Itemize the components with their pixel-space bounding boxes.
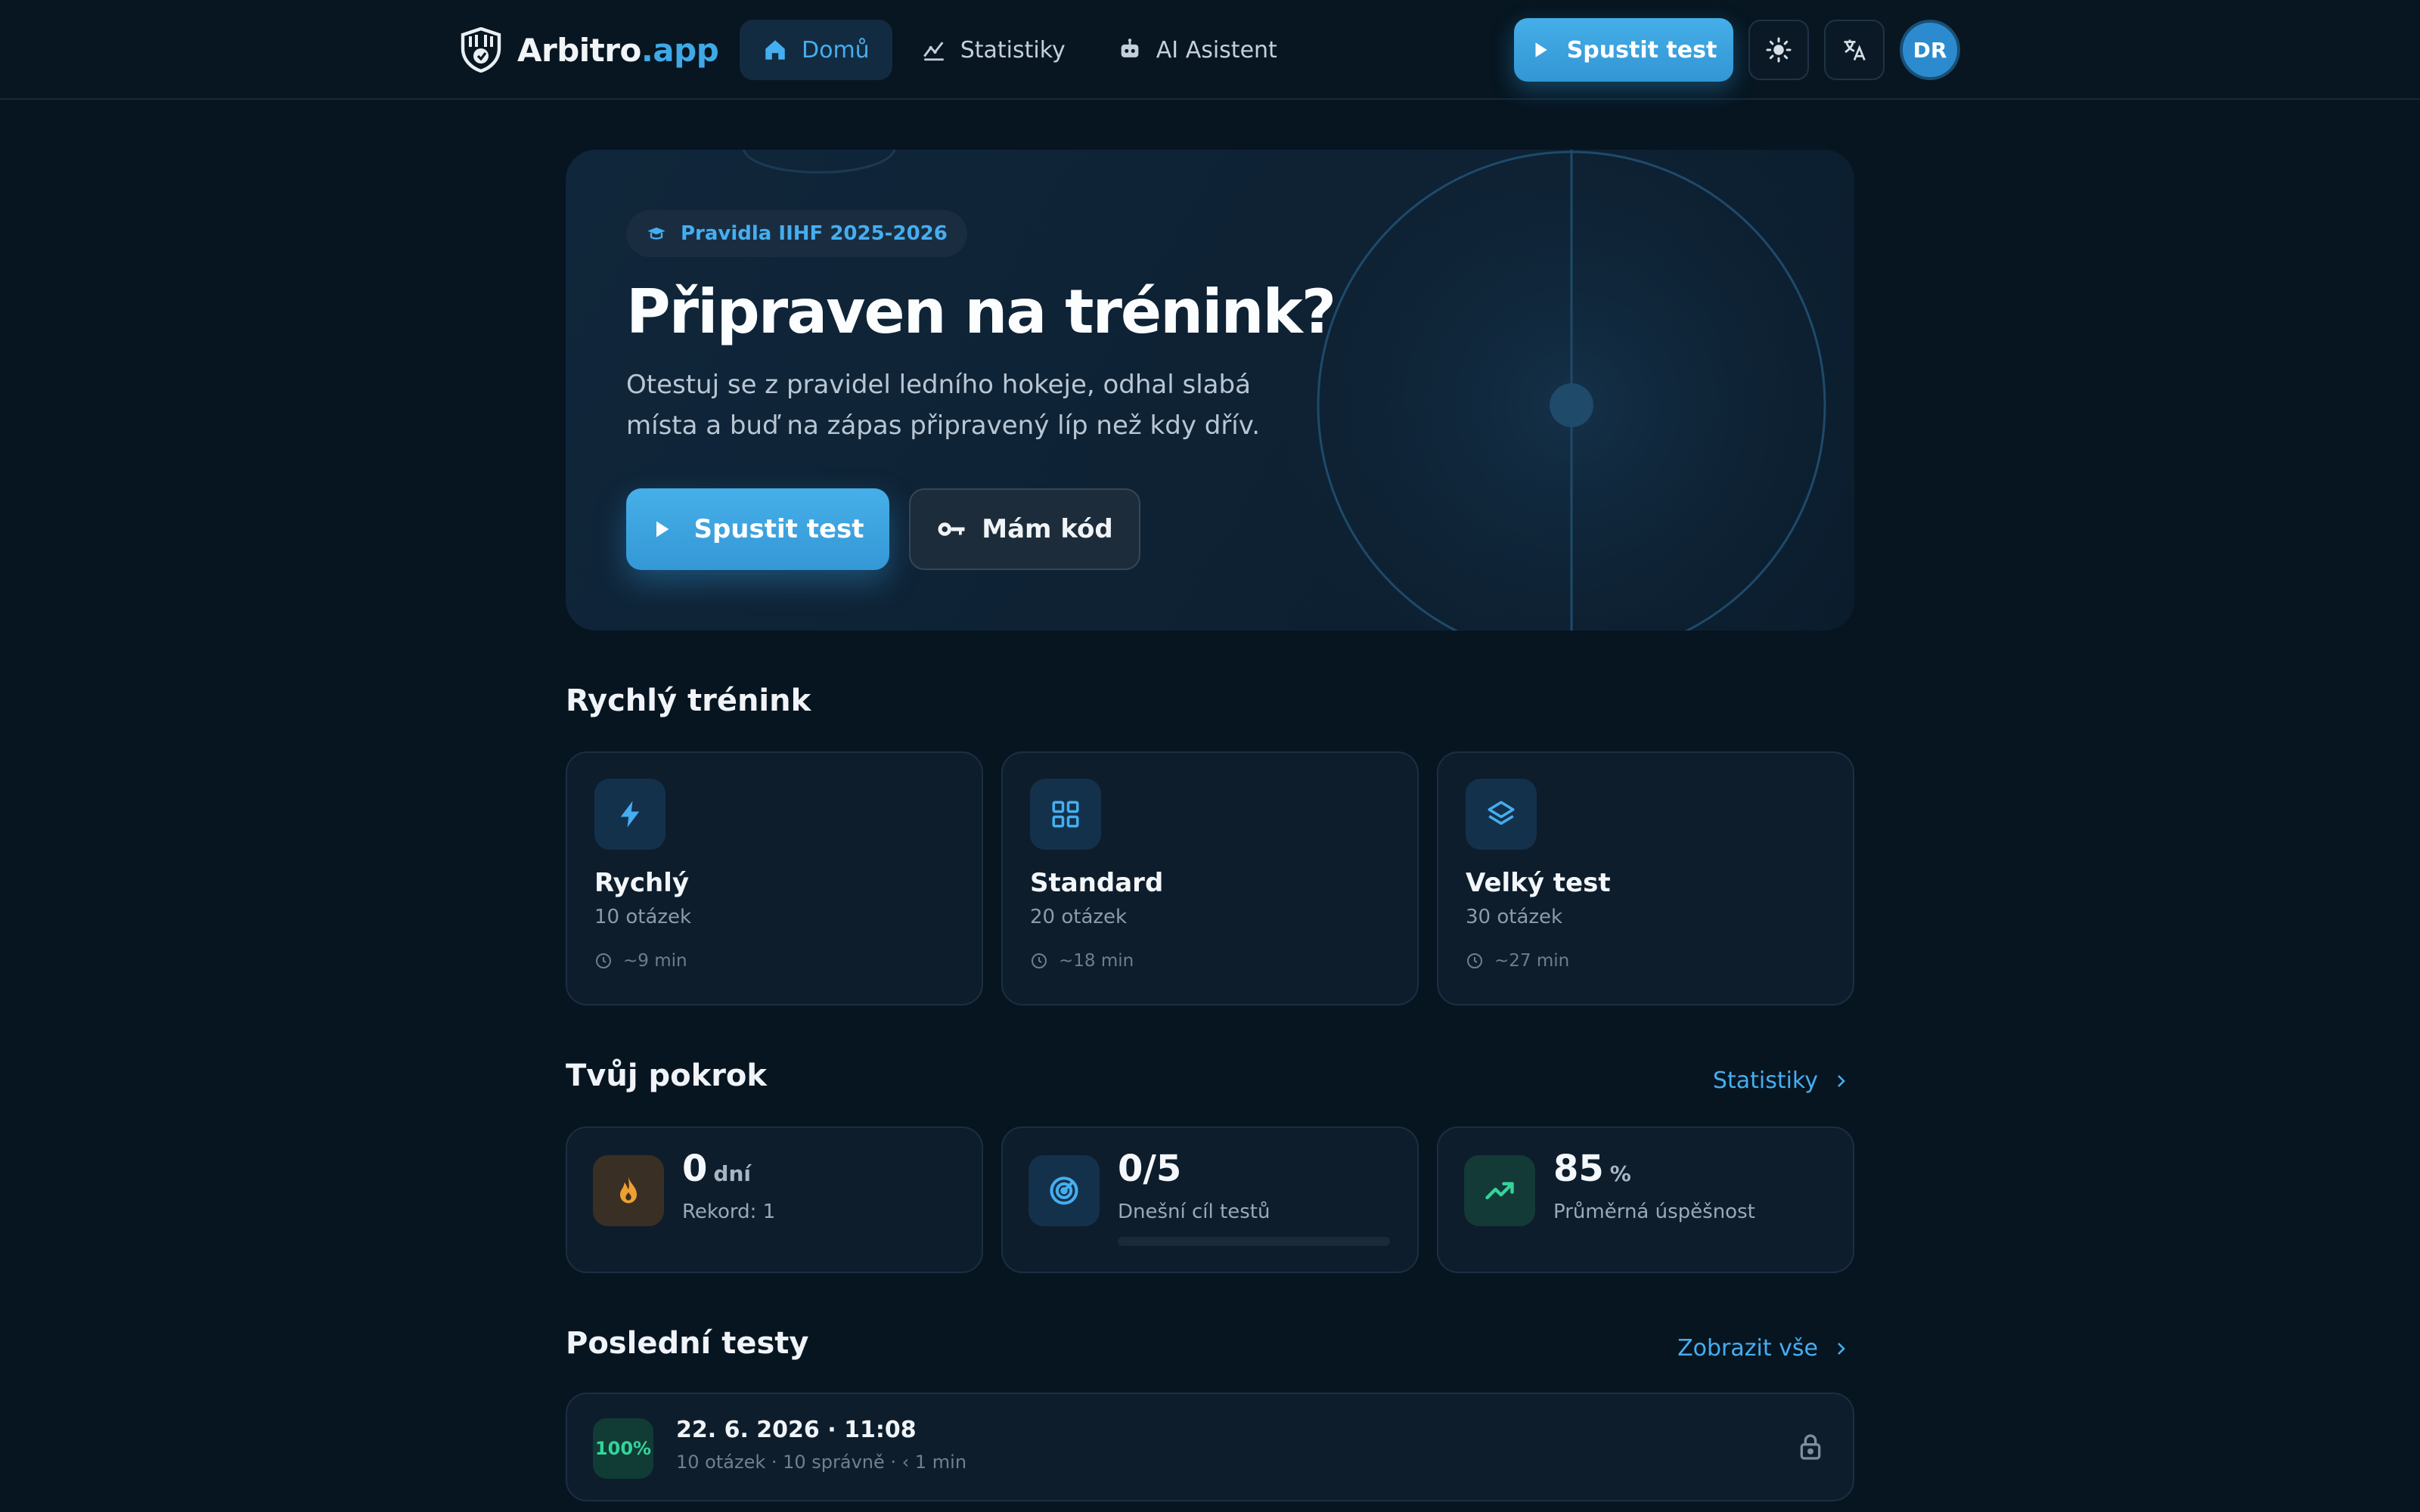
clock-icon	[1467, 953, 1482, 968]
start-test-label: Spustit test	[1566, 36, 1717, 64]
quick-tile-standard[interactable]: Standard 20 otázek ~18 min	[1001, 751, 1419, 1005]
quick-tile-fast[interactable]: Rychlý 10 otázek ~9 min	[566, 751, 983, 1005]
trend-icon-container	[1464, 1155, 1535, 1226]
score-badge: 100%	[593, 1418, 653, 1479]
brand-name: Arbitro.app	[517, 31, 719, 69]
nav-home[interactable]: Domů	[740, 20, 892, 80]
success-rate-value: 85%	[1553, 1148, 1631, 1190]
rules-badge: Pravidla IIHF 2025-2026	[626, 210, 967, 257]
referee-shield-icon	[461, 27, 501, 73]
theme-toggle-button[interactable]	[1748, 20, 1809, 80]
hero-banner: Pravidla IIHF 2025-2026 Připraven na tré…	[566, 150, 1854, 631]
target-icon	[1050, 1176, 1078, 1205]
show-all-link-label: Zobrazit vše	[1677, 1335, 1818, 1362]
progress-title: Tvůj pokrok	[566, 1058, 767, 1093]
nav-home-label: Domů	[802, 36, 870, 64]
target-icon-container	[1028, 1155, 1100, 1226]
quick-tile-big[interactable]: Velký test 30 otázek ~27 min	[1437, 751, 1854, 1005]
streak-card: 0 dní Rekord: 1	[566, 1126, 983, 1273]
nav-statistics[interactable]: Statistiky	[898, 20, 1088, 80]
tile-duration-label: ~18 min	[1059, 951, 1134, 971]
tile-title: Standard	[1030, 868, 1164, 898]
key-icon	[938, 522, 965, 536]
start-test-button-header[interactable]: Spustit test	[1514, 18, 1733, 82]
tile-title: Rychlý	[594, 868, 689, 898]
streak-record: Rekord: 1	[682, 1201, 776, 1223]
trending-up-icon	[1485, 1182, 1514, 1200]
language-button[interactable]	[1824, 20, 1885, 80]
tile-duration: ~27 min	[1466, 951, 1569, 971]
flame-icon	[620, 1176, 637, 1204]
have-code-label: Mám kód	[982, 514, 1113, 544]
tile-duration: ~9 min	[594, 951, 687, 971]
recent-test-row[interactable]: 100% 22. 6. 2026 · 11:08 10 otázek · 10 …	[566, 1393, 1854, 1501]
statistics-link-label: Statistiky	[1712, 1067, 1818, 1094]
rules-badge-label: Pravidla IIHF 2025-2026	[681, 222, 948, 245]
daily-goal-value: 0/5	[1118, 1148, 1182, 1190]
quick-training-title: Rychlý trénink	[566, 683, 811, 718]
streak-value: 0 dní	[682, 1148, 751, 1190]
user-avatar[interactable]: DR	[1900, 20, 1960, 80]
tile-questions: 30 otázek	[1466, 906, 1563, 928]
grid-icon	[1052, 801, 1079, 828]
tile-questions: 20 otázek	[1030, 906, 1128, 928]
chevron-right-icon	[1838, 1074, 1845, 1087]
test-date: 22. 6. 2026 · 11:08	[676, 1417, 917, 1443]
translate-icon	[1844, 39, 1866, 61]
show-all-link[interactable]: Zobrazit vše	[1677, 1335, 1850, 1362]
main-nav: Domů Statistiky AI Asistent	[740, 20, 1306, 80]
success-rate-label: Průměrná úspěšnost	[1553, 1201, 1755, 1223]
play-icon	[1535, 42, 1547, 57]
sun-icon	[1766, 37, 1792, 63]
flame-icon-container	[593, 1155, 664, 1226]
tile-title: Velký test	[1466, 868, 1611, 898]
brand-logo[interactable]: Arbitro.app	[460, 26, 719, 74]
chart-icon	[923, 42, 944, 61]
layers-icon	[1488, 801, 1515, 825]
tile-duration-label: ~27 min	[1494, 951, 1570, 971]
bolt-icon	[620, 801, 640, 828]
chevron-right-icon	[1838, 1342, 1845, 1355]
recent-tests-title: Poslední testy	[566, 1326, 809, 1361]
daily-goal-label: Dnešní cíl testů	[1118, 1201, 1270, 1223]
hero-actions: Spustit test Mám kód	[626, 488, 1140, 570]
top-navbar: Arbitro.app Domů Statistiky AI Asistent …	[0, 0, 2420, 100]
have-code-button[interactable]: Mám kód	[909, 488, 1140, 570]
daily-goal-progress	[1118, 1237, 1390, 1246]
start-test-label: Spustit test	[693, 514, 864, 544]
nav-statistics-label: Statistiky	[960, 36, 1066, 64]
statistics-link[interactable]: Statistiky	[1713, 1067, 1850, 1094]
tile-questions: 10 otázek	[594, 906, 692, 928]
hero-subtitle: Otestuj se z pravidel ledního hokeje, od…	[626, 370, 1261, 441]
cap-icon	[647, 227, 666, 240]
clock-icon	[596, 953, 611, 968]
grid-icon-container	[1030, 779, 1101, 850]
nav-ai-assistant[interactable]: AI Asistent	[1094, 20, 1300, 80]
nav-ai-assistant-label: AI Asistent	[1156, 36, 1277, 64]
tile-duration: ~18 min	[1030, 951, 1134, 971]
lock-icon	[1800, 1434, 1821, 1460]
bolt-icon-container	[594, 779, 666, 850]
layers-icon-container	[1466, 779, 1537, 850]
hero-title: Připraven na trénink?	[626, 277, 1336, 347]
home-icon	[765, 40, 785, 60]
success-rate-card: 85% Průměrná úspěšnost	[1437, 1126, 1854, 1273]
daily-goal-card: 0/5 Dnešní cíl testů	[1001, 1126, 1419, 1273]
start-test-button[interactable]: Spustit test	[626, 488, 889, 570]
clock-icon	[1032, 953, 1047, 968]
robot-icon	[1121, 39, 1139, 57]
test-meta: 10 otázek · 10 správně · ‹ 1 min	[676, 1452, 967, 1473]
play-icon	[656, 521, 669, 538]
tile-duration-label: ~9 min	[623, 951, 687, 971]
header-actions: Spustit test DR	[1514, 18, 1960, 82]
